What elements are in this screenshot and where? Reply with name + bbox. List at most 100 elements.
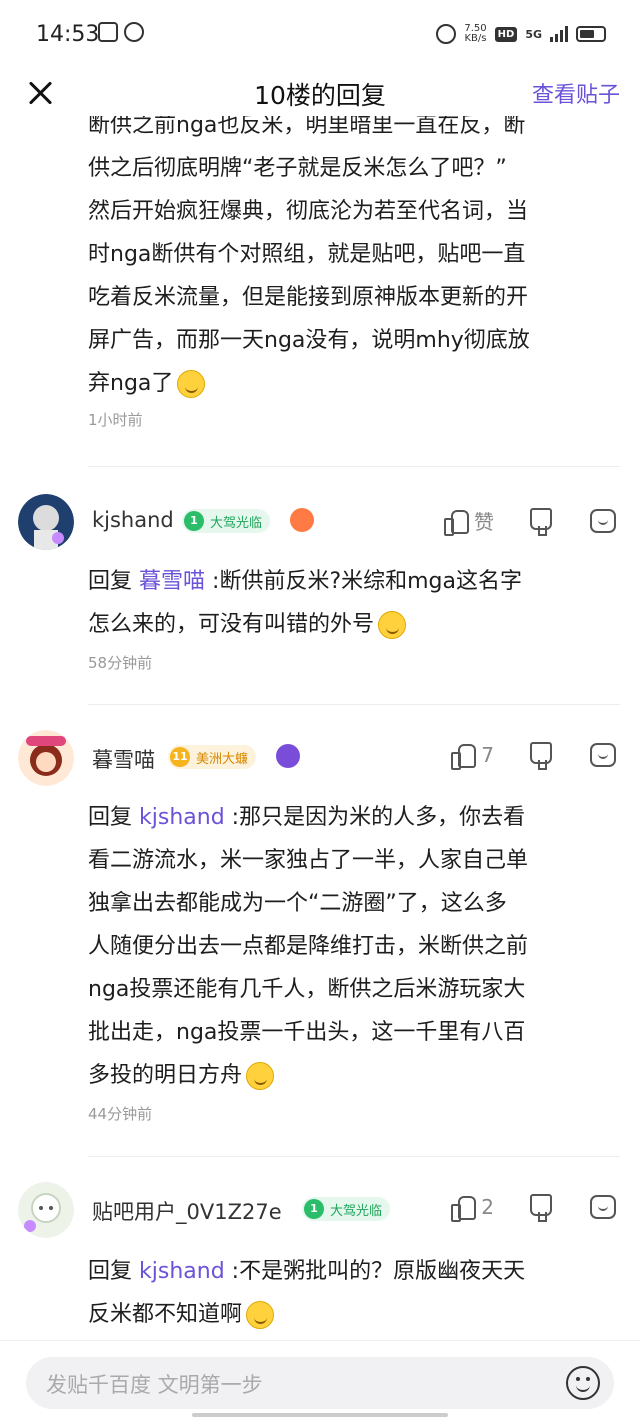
comment-button[interactable] — [590, 743, 616, 767]
avatar[interactable] — [18, 1182, 74, 1238]
comment-line: 多投的明日方舟 — [88, 1054, 610, 1097]
comment-time: 58分钟前 — [88, 654, 153, 672]
comment-line-text: 弃nga了 — [88, 371, 174, 396]
divider — [88, 704, 620, 705]
avatar[interactable] — [18, 730, 74, 786]
app-notification-icon — [124, 22, 144, 42]
reply-thread[interactable]: 断供之前nga也反米，明里暗里一直在反，断 供之后彻底明牌“老子就是反米怎么了吧… — [0, 116, 640, 1340]
top-bar: 10楼的回复 查看贴子 — [0, 70, 640, 116]
comment-line-text: :那只是因为米的人多，你去看 — [231, 805, 526, 830]
username[interactable]: 暮雪喵 — [92, 744, 155, 774]
network-type: 5G — [525, 27, 542, 41]
like-count: 2 — [481, 1195, 494, 1219]
battery-icon — [576, 26, 606, 42]
username[interactable]: kjshand — [92, 508, 174, 532]
reply-text: 回复 暮雪喵 :断供前反米?米综和mga这名字 怎么来的，可没有叫错的外号 — [0, 560, 640, 646]
smile-emoji-icon — [177, 370, 206, 398]
hd-icon: HD — [494, 26, 518, 42]
reply-body: 回复 kjshand :那只是因为米的人多，你去看 看二游流水，米一家独占了一半… — [0, 796, 640, 1124]
comment-line: nga投票还能有几千人，断供之后米游玩家大 — [88, 977, 526, 1002]
status-right: 7.50 KB/s HD 5G — [436, 24, 606, 44]
reply-body: 回复 kjshand :不是粥批叫的？原版幽夜天天 反米都不知道啊 — [0, 1250, 640, 1336]
reply-text: 回复 kjshand :不是粥批叫的？原版幽夜天天 反米都不知道啊 — [0, 1250, 640, 1336]
comment-line: 屏广告，而那一天nga没有，说明mhy彻底放 — [88, 328, 530, 353]
level-number: 11 — [170, 747, 190, 767]
comment-line-text: :断供前反米?米综和mga这名字 — [212, 569, 522, 594]
thinking-emoji-icon — [246, 1062, 275, 1090]
level-number: 1 — [184, 511, 204, 531]
badge-title: 美洲大蠊 — [196, 752, 249, 767]
bottom-bar: 发贴千百度 文明第一步 — [0, 1340, 640, 1422]
comment-line: 怎么来的，可没有叫错的外号 — [88, 603, 610, 646]
grin-emoji-icon — [246, 1301, 275, 1329]
comment-line: 回复 暮雪喵 :断供前反米?米综和mga这名字 — [88, 560, 610, 603]
reply-body: 回复 暮雪喵 :断供前反米?米综和mga这名字 怎么来的，可没有叫错的外号 58… — [0, 560, 640, 673]
emoji-picker-icon[interactable] — [566, 1366, 600, 1400]
comment-button[interactable] — [590, 508, 616, 533]
network-speed: 7.50 KB/s — [464, 24, 486, 44]
home-indicator[interactable] — [192, 1413, 448, 1417]
status-bar: 14:53 7.50 KB/s HD 5G — [0, 0, 640, 70]
dislike-button[interactable] — [528, 507, 552, 536]
network-speed-unit: KB/s — [464, 33, 487, 44]
comment-line: 独拿出去都能成为一个“二游圈”了，这么多 — [88, 891, 507, 916]
comment-time: 1小时前 — [88, 411, 143, 429]
comment-line: 然后开始疯狂爆典，彻底沦为若至代名词，当 — [88, 199, 529, 224]
thumbs-up-icon — [451, 1194, 477, 1222]
reply-actions: 7 — [451, 742, 616, 770]
level-badge: 1 大驾光临 — [182, 509, 271, 533]
comment-line: 批出走，nga投票一千出头，这一千里有八百 — [88, 1020, 526, 1045]
reply-prefix: 回复 — [88, 805, 133, 830]
level-badge: 1 大驾光临 — [302, 1197, 391, 1221]
comment-line: 断供之前nga也反米，明里暗里一直在反，断 — [88, 116, 526, 138]
comment-line: 弃nga了 — [88, 362, 610, 405]
like-button[interactable]: 7 — [451, 742, 494, 770]
like-button[interactable]: 赞 — [444, 506, 494, 536]
reply-actions: 赞 — [444, 506, 616, 536]
like-label: 赞 — [474, 510, 494, 534]
comment-line: 时nga断供有个对照组，就是贴吧，贴吧一直 — [88, 242, 526, 267]
mention-link[interactable]: kjshand — [139, 805, 225, 830]
signal-icon — [550, 26, 568, 42]
floor-comment: 断供之前nga也反米，明里暗里一直在反，断 供之后彻底明牌“老子就是反米怎么了吧… — [0, 116, 640, 430]
mention-link[interactable]: kjshand — [139, 1259, 225, 1284]
reply-text: 回复 kjshand :那只是因为米的人多，你去看 看二游流水，米一家独占了一半… — [0, 796, 640, 1097]
comment-line-text: 怎么来的，可没有叫错的外号 — [88, 612, 375, 637]
reply-header: 贴吧用户_0V1Z27e 1 大驾光临 2 — [0, 1182, 640, 1242]
status-time: 14:53 — [36, 22, 100, 47]
grin-emoji-icon — [378, 611, 407, 639]
comment-line: 供之后彻底明牌“老子就是反米怎么了吧？” — [88, 156, 507, 181]
divider — [88, 466, 620, 467]
thumbs-up-icon — [451, 742, 477, 770]
gift-icon — [98, 22, 118, 42]
view-post-link[interactable]: 查看贴子 — [532, 77, 620, 109]
username[interactable]: 贴吧用户_0V1Z27e — [92, 1196, 282, 1226]
reply-prefix: 回复 — [88, 1259, 133, 1284]
comment-line-text: :不是粥批叫的？原版幽夜天天 — [231, 1259, 526, 1284]
comment-line: 回复 kjshand :那只是因为米的人多，你去看 — [88, 796, 610, 839]
avatar[interactable] — [18, 494, 74, 550]
comment-button[interactable] — [590, 1195, 616, 1219]
like-count: 7 — [481, 743, 494, 767]
comment-line: 反米都不知道啊 — [88, 1293, 610, 1336]
gamepad-medal-icon — [290, 508, 314, 532]
status-left-icons — [98, 22, 144, 42]
reply-input[interactable]: 发贴千百度 文明第一步 — [26, 1357, 614, 1409]
dislike-button[interactable] — [528, 1194, 552, 1222]
reply-prefix: 回复 — [88, 569, 133, 594]
thumbs-up-icon — [444, 508, 469, 536]
dislike-button[interactable] — [528, 742, 552, 770]
level-badge: 11 美洲大蠊 — [168, 745, 257, 769]
level-number: 1 — [304, 1199, 324, 1219]
reply-actions: 2 — [451, 1194, 616, 1222]
mention-link[interactable]: 暮雪喵 — [139, 569, 205, 594]
reply-input-placeholder: 发贴千百度 文明第一步 — [46, 1373, 263, 1397]
like-button[interactable]: 2 — [451, 1194, 494, 1222]
comment-line: 人随便分出去一点都是降维打击，米断供之前 — [88, 934, 529, 959]
comment-line: 看二游流水，米一家独占了一半，人家自己单 — [88, 848, 529, 873]
floor-comment-text: 断供之前nga也反米，明里暗里一直在反，断 供之后彻底明牌“老子就是反米怎么了吧… — [0, 116, 640, 405]
badge-title: 大驾光临 — [330, 1204, 383, 1219]
reply-header: kjshand 1 大驾光临 赞 — [0, 494, 640, 554]
comment-line: 吃着反米流量，但是能接到原神版本更新的开 — [88, 285, 529, 310]
comment-line-text: 反米都不知道啊 — [88, 1302, 243, 1327]
